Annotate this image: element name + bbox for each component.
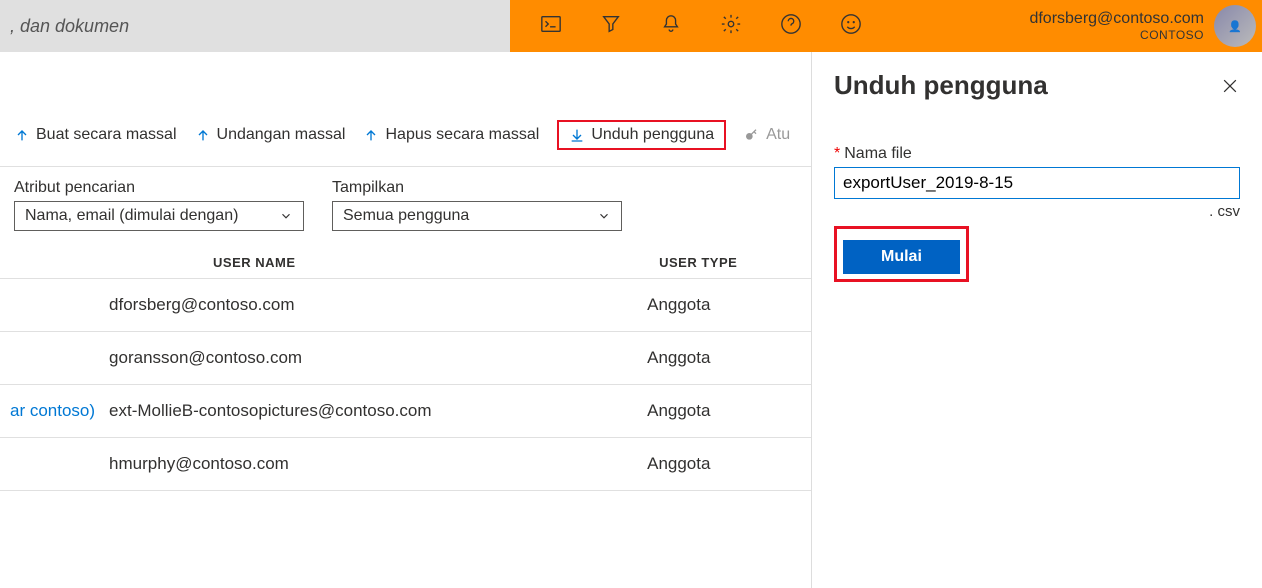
table-row[interactable]: hmurphy@contoso.comAnggota (0, 438, 811, 491)
search-attr-value: Nama, email (dimulai dengan) (25, 207, 238, 225)
start-button[interactable]: Mulai (843, 240, 960, 274)
topbar: , dan dokumen dforsberg@contoso.com CONT… (0, 0, 1262, 52)
search-attr-filter: Atribut pencarian Nama, email (dimulai d… (14, 179, 304, 231)
search-attr-select[interactable]: Nama, email (dimulai dengan) (14, 201, 304, 231)
panel-title: Unduh pengguna (834, 70, 1048, 101)
chevron-down-icon (279, 209, 293, 223)
close-icon[interactable] (1220, 76, 1240, 96)
bulk-invite-label: Undangan massal (217, 126, 346, 144)
account-email: dforsberg@contoso.com (1029, 10, 1204, 28)
filters: Atribut pencarian Nama, email (dimulai d… (0, 167, 811, 241)
key-icon (744, 127, 760, 143)
account-org: CONTOSO (1029, 28, 1204, 42)
row-user-type: Anggota (637, 385, 811, 438)
download-users-label: Unduh pengguna (591, 126, 714, 144)
bulk-delete-button[interactable]: Hapus secara massal (363, 126, 539, 144)
row-user-name: hmurphy@contoso.com (103, 438, 637, 491)
show-select[interactable]: Semua pengguna (332, 201, 622, 231)
row-user-name: dforsberg@contoso.com (103, 279, 637, 332)
bell-icon[interactable] (660, 13, 682, 40)
gear-icon[interactable] (720, 13, 742, 40)
search-attr-label: Atribut pencarian (14, 179, 304, 197)
table-row[interactable]: ar contoso)ext-MollieB-contosopictures@c… (0, 385, 811, 438)
users-content: Buat secara massal Undangan massal Hapus… (0, 52, 812, 588)
download-arrow-icon (569, 127, 585, 143)
file-name-input[interactable] (834, 167, 1240, 199)
col-user-name[interactable]: USER NAME (103, 247, 637, 279)
row-prefix: ar contoso) (0, 385, 103, 438)
row-prefix (0, 332, 103, 385)
download-users-button[interactable]: Unduh pengguna (557, 120, 726, 150)
users-table: USER NAME USER TYPE dforsberg@contoso.co… (0, 247, 811, 491)
table-row[interactable]: goransson@contoso.comAnggota (0, 332, 811, 385)
download-panel: Unduh pengguna *Nama file . csv Mulai (812, 52, 1262, 588)
file-extension: . csv (834, 203, 1240, 220)
cloud-shell-icon[interactable] (540, 13, 562, 40)
upload-arrow-icon (363, 127, 379, 143)
upload-arrow-icon (195, 127, 211, 143)
bulk-delete-label: Hapus secara massal (385, 126, 539, 144)
account-menu[interactable]: dforsberg@contoso.com CONTOSO 👤 (1029, 5, 1262, 47)
reset-label: Atu (766, 126, 790, 144)
required-asterisk: * (834, 145, 840, 162)
search-placeholder: , dan dokumen (10, 16, 129, 37)
bulk-invite-button[interactable]: Undangan massal (195, 126, 346, 144)
main: Buat secara massal Undangan massal Hapus… (0, 52, 1262, 588)
row-prefix (0, 438, 103, 491)
col-user-type[interactable]: USER TYPE (637, 247, 811, 279)
topbar-icons (510, 13, 862, 40)
chevron-down-icon (597, 209, 611, 223)
search-input[interactable]: , dan dokumen (0, 0, 510, 52)
file-name-label: *Nama file (834, 145, 1240, 163)
bulk-create-button[interactable]: Buat secara massal (14, 126, 177, 144)
show-label: Tampilkan (332, 179, 622, 197)
bulk-create-label: Buat secara massal (36, 126, 177, 144)
filter-icon[interactable] (600, 13, 622, 40)
command-bar: Buat secara massal Undangan massal Hapus… (0, 112, 811, 167)
row-user-type: Anggota (637, 438, 811, 491)
show-filter: Tampilkan Semua pengguna (332, 179, 622, 231)
row-user-name: goransson@contoso.com (103, 332, 637, 385)
row-prefix (0, 279, 103, 332)
row-user-name: ext-MollieB-contosopictures@contoso.com (103, 385, 637, 438)
start-button-highlight: Mulai (834, 226, 969, 282)
table-row[interactable]: dforsberg@contoso.comAnggota (0, 279, 811, 332)
show-value: Semua pengguna (343, 207, 469, 225)
row-user-type: Anggota (637, 332, 811, 385)
account-text: dforsberg@contoso.com CONTOSO (1029, 10, 1204, 42)
avatar: 👤 (1214, 5, 1256, 47)
row-user-type: Anggota (637, 279, 811, 332)
help-icon[interactable] (780, 13, 802, 40)
feedback-icon[interactable] (840, 13, 862, 40)
upload-arrow-icon (14, 127, 30, 143)
reset-button[interactable]: Atu (744, 126, 790, 144)
